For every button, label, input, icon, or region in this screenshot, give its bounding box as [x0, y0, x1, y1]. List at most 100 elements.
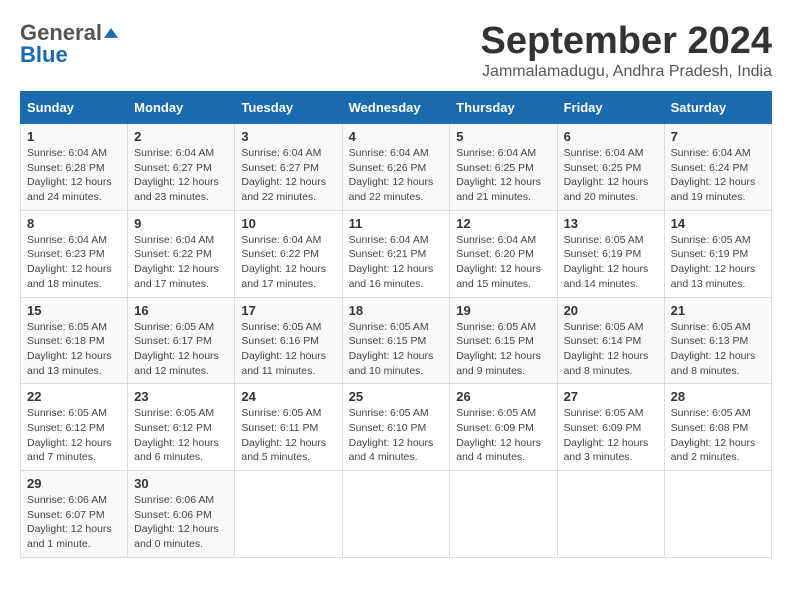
table-row: 17 Sunrise: 6:05 AMSunset: 6:16 PMDaylig… [235, 297, 342, 384]
day-info: Sunrise: 6:05 AMSunset: 6:09 PMDaylight:… [456, 407, 541, 463]
day-number: 2 [134, 129, 228, 144]
logo-icon [104, 26, 118, 40]
empty-cell [664, 471, 771, 558]
day-number: 16 [134, 303, 228, 318]
table-row: 7 Sunrise: 6:04 AMSunset: 6:24 PMDayligh… [664, 124, 771, 211]
calendar-week-row: 22 Sunrise: 6:05 AMSunset: 6:12 PMDaylig… [21, 384, 772, 471]
header-wednesday: Wednesday [342, 92, 450, 124]
month-title: September 2024 [481, 20, 773, 63]
day-info: Sunrise: 6:05 AMSunset: 6:15 PMDaylight:… [349, 321, 434, 377]
table-row: 24 Sunrise: 6:05 AMSunset: 6:11 PMDaylig… [235, 384, 342, 471]
day-number: 5 [456, 129, 550, 144]
day-info: Sunrise: 6:06 AMSunset: 6:06 PMDaylight:… [134, 494, 219, 550]
table-row: 6 Sunrise: 6:04 AMSunset: 6:25 PMDayligh… [557, 124, 664, 211]
day-info: Sunrise: 6:04 AMSunset: 6:27 PMDaylight:… [241, 147, 326, 203]
day-info: Sunrise: 6:04 AMSunset: 6:22 PMDaylight:… [134, 234, 219, 290]
day-number: 18 [349, 303, 444, 318]
day-info: Sunrise: 6:05 AMSunset: 6:18 PMDaylight:… [27, 321, 112, 377]
day-info: Sunrise: 6:05 AMSunset: 6:14 PMDaylight:… [564, 321, 649, 377]
day-number: 9 [134, 216, 228, 231]
table-row: 21 Sunrise: 6:05 AMSunset: 6:13 PMDaylig… [664, 297, 771, 384]
day-info: Sunrise: 6:05 AMSunset: 6:17 PMDaylight:… [134, 321, 219, 377]
calendar-table: Sunday Monday Tuesday Wednesday Thursday… [20, 91, 772, 558]
table-row: 20 Sunrise: 6:05 AMSunset: 6:14 PMDaylig… [557, 297, 664, 384]
day-number: 10 [241, 216, 335, 231]
day-info: Sunrise: 6:04 AMSunset: 6:26 PMDaylight:… [349, 147, 434, 203]
empty-cell [235, 471, 342, 558]
day-number: 30 [134, 476, 228, 491]
logo-blue: Blue [20, 42, 68, 68]
table-row: 3 Sunrise: 6:04 AMSunset: 6:27 PMDayligh… [235, 124, 342, 211]
day-info: Sunrise: 6:05 AMSunset: 6:10 PMDaylight:… [349, 407, 434, 463]
table-row: 22 Sunrise: 6:05 AMSunset: 6:12 PMDaylig… [21, 384, 128, 471]
day-number: 19 [456, 303, 550, 318]
day-number: 7 [671, 129, 765, 144]
table-row: 10 Sunrise: 6:04 AMSunset: 6:22 PMDaylig… [235, 210, 342, 297]
title-area: September 2024 Jammalamadugu, Andhra Pra… [481, 20, 773, 81]
day-info: Sunrise: 6:04 AMSunset: 6:25 PMDaylight:… [456, 147, 541, 203]
day-number: 17 [241, 303, 335, 318]
day-number: 8 [27, 216, 121, 231]
empty-cell [557, 471, 664, 558]
table-row: 28 Sunrise: 6:05 AMSunset: 6:08 PMDaylig… [664, 384, 771, 471]
table-row: 29 Sunrise: 6:06 AMSunset: 6:07 PMDaylig… [21, 471, 128, 558]
table-row: 15 Sunrise: 6:05 AMSunset: 6:18 PMDaylig… [21, 297, 128, 384]
day-info: Sunrise: 6:05 AMSunset: 6:15 PMDaylight:… [456, 321, 541, 377]
calendar-week-row: 1 Sunrise: 6:04 AMSunset: 6:28 PMDayligh… [21, 124, 772, 211]
day-number: 29 [27, 476, 121, 491]
day-number: 27 [564, 389, 658, 404]
calendar-week-row: 8 Sunrise: 6:04 AMSunset: 6:23 PMDayligh… [21, 210, 772, 297]
day-number: 26 [456, 389, 550, 404]
day-number: 6 [564, 129, 658, 144]
header-tuesday: Tuesday [235, 92, 342, 124]
day-number: 4 [349, 129, 444, 144]
day-number: 3 [241, 129, 335, 144]
table-row: 18 Sunrise: 6:05 AMSunset: 6:15 PMDaylig… [342, 297, 450, 384]
table-row: 9 Sunrise: 6:04 AMSunset: 6:22 PMDayligh… [128, 210, 235, 297]
calendar-week-row: 29 Sunrise: 6:06 AMSunset: 6:07 PMDaylig… [21, 471, 772, 558]
table-row: 16 Sunrise: 6:05 AMSunset: 6:17 PMDaylig… [128, 297, 235, 384]
table-row: 19 Sunrise: 6:05 AMSunset: 6:15 PMDaylig… [450, 297, 557, 384]
table-row: 13 Sunrise: 6:05 AMSunset: 6:19 PMDaylig… [557, 210, 664, 297]
header-sunday: Sunday [21, 92, 128, 124]
header-saturday: Saturday [664, 92, 771, 124]
day-info: Sunrise: 6:05 AMSunset: 6:12 PMDaylight:… [27, 407, 112, 463]
table-row: 12 Sunrise: 6:04 AMSunset: 6:20 PMDaylig… [450, 210, 557, 297]
day-info: Sunrise: 6:05 AMSunset: 6:12 PMDaylight:… [134, 407, 219, 463]
table-row: 27 Sunrise: 6:05 AMSunset: 6:09 PMDaylig… [557, 384, 664, 471]
day-info: Sunrise: 6:06 AMSunset: 6:07 PMDaylight:… [27, 494, 112, 550]
page-header: General Blue September 2024 Jammalamadug… [20, 20, 772, 81]
table-row: 26 Sunrise: 6:05 AMSunset: 6:09 PMDaylig… [450, 384, 557, 471]
day-info: Sunrise: 6:04 AMSunset: 6:23 PMDaylight:… [27, 234, 112, 290]
day-info: Sunrise: 6:05 AMSunset: 6:13 PMDaylight:… [671, 321, 756, 377]
logo: General Blue [20, 20, 118, 68]
day-number: 12 [456, 216, 550, 231]
header-thursday: Thursday [450, 92, 557, 124]
day-info: Sunrise: 6:04 AMSunset: 6:24 PMDaylight:… [671, 147, 756, 203]
day-info: Sunrise: 6:04 AMSunset: 6:28 PMDaylight:… [27, 147, 112, 203]
table-row: 30 Sunrise: 6:06 AMSunset: 6:06 PMDaylig… [128, 471, 235, 558]
empty-cell [342, 471, 450, 558]
day-number: 24 [241, 389, 335, 404]
table-row: 14 Sunrise: 6:05 AMSunset: 6:19 PMDaylig… [664, 210, 771, 297]
day-number: 20 [564, 303, 658, 318]
day-number: 1 [27, 129, 121, 144]
table-row: 5 Sunrise: 6:04 AMSunset: 6:25 PMDayligh… [450, 124, 557, 211]
day-number: 23 [134, 389, 228, 404]
header-monday: Monday [128, 92, 235, 124]
table-row: 4 Sunrise: 6:04 AMSunset: 6:26 PMDayligh… [342, 124, 450, 211]
day-number: 22 [27, 389, 121, 404]
day-number: 25 [349, 389, 444, 404]
day-number: 11 [349, 216, 444, 231]
day-info: Sunrise: 6:04 AMSunset: 6:22 PMDaylight:… [241, 234, 326, 290]
location-subtitle: Jammalamadugu, Andhra Pradesh, India [481, 63, 773, 81]
table-row: 2 Sunrise: 6:04 AMSunset: 6:27 PMDayligh… [128, 124, 235, 211]
day-info: Sunrise: 6:04 AMSunset: 6:25 PMDaylight:… [564, 147, 649, 203]
table-row: 1 Sunrise: 6:04 AMSunset: 6:28 PMDayligh… [21, 124, 128, 211]
day-number: 21 [671, 303, 765, 318]
day-info: Sunrise: 6:04 AMSunset: 6:20 PMDaylight:… [456, 234, 541, 290]
day-info: Sunrise: 6:05 AMSunset: 6:11 PMDaylight:… [241, 407, 326, 463]
day-number: 14 [671, 216, 765, 231]
day-info: Sunrise: 6:04 AMSunset: 6:21 PMDaylight:… [349, 234, 434, 290]
day-info: Sunrise: 6:05 AMSunset: 6:09 PMDaylight:… [564, 407, 649, 463]
